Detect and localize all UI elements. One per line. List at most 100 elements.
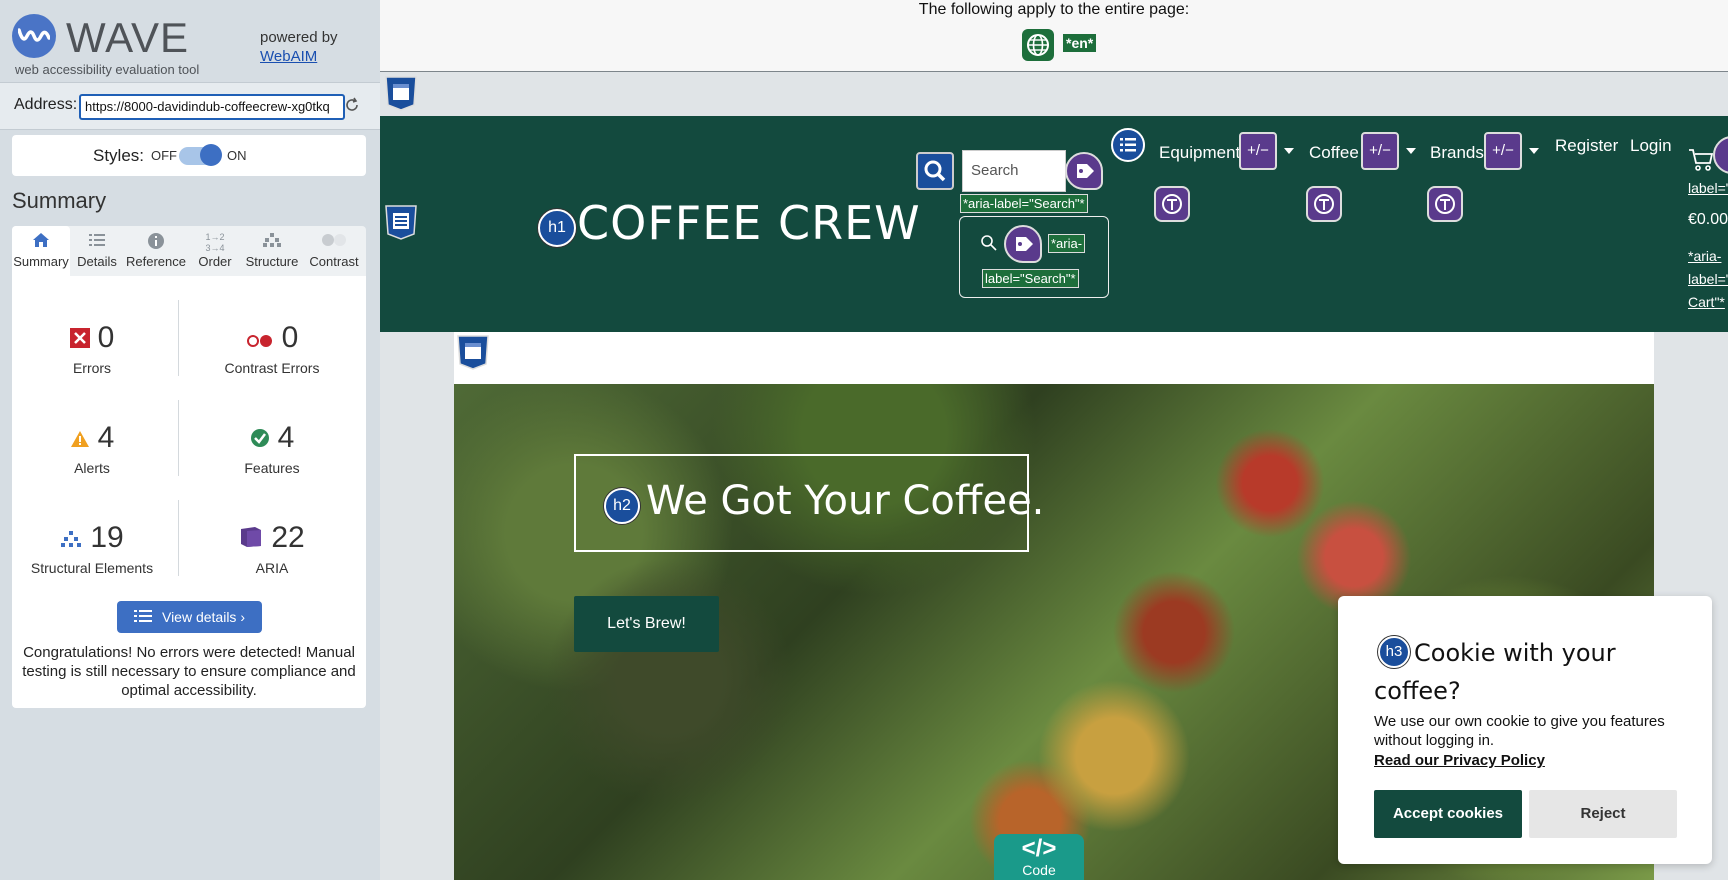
aria-label-search: *aria-label="Search"* xyxy=(960,194,1088,213)
aria-tag-icon[interactable] xyxy=(1065,152,1103,190)
expanded-toggle-icon[interactable]: +/− xyxy=(1361,132,1399,170)
register-link[interactable]: Register xyxy=(1555,136,1618,156)
summary-heading: Summary xyxy=(12,188,107,213)
chevron-down-icon[interactable] xyxy=(1529,148,1539,154)
address-input[interactable]: https://8000-davidindub-coffeecrew-xg0tk… xyxy=(79,94,345,120)
stat-features: 4 Features xyxy=(192,418,352,476)
tab-label: Reference xyxy=(126,254,186,269)
aria-label-search-b: label="Search"* xyxy=(982,269,1079,288)
code-toggle-button[interactable]: </> Code xyxy=(994,834,1084,880)
stat-structural: 19 Structural Elements xyxy=(12,518,172,576)
aria-menu-icon[interactable] xyxy=(1427,186,1463,222)
contrast-error-icon xyxy=(246,319,274,359)
nav-brands[interactable]: Brands xyxy=(1430,143,1484,163)
cart-total[interactable]: €0.00 xyxy=(1688,211,1728,229)
cart-icon[interactable] xyxy=(1688,148,1714,172)
contrast-errors-label: Contrast Errors xyxy=(224,360,320,376)
tab-reference[interactable]: Reference xyxy=(124,226,188,276)
cookie-title-text: Cookie with your coffee? xyxy=(1374,639,1616,705)
refresh-icon[interactable] xyxy=(344,97,360,113)
view-details-button[interactable]: View details › xyxy=(117,601,262,633)
cart-aria-label-top: label=" xyxy=(1688,180,1728,196)
nav-coffee[interactable]: Coffee xyxy=(1309,143,1359,163)
webaim-link[interactable]: WebAIM xyxy=(260,48,317,65)
styles-toggle-card: Styles: OFF ON xyxy=(12,135,366,176)
styles-off-label: OFF xyxy=(151,148,177,163)
cart-aria-label-1: *aria- xyxy=(1688,248,1722,264)
hero-heading-box: h2 We Got Your Coffee. xyxy=(574,454,1044,552)
applies-text: The following apply to the entire page: xyxy=(918,1,1190,18)
expanded-toggle-icon[interactable]: +/− xyxy=(1484,132,1522,170)
search-input[interactable]: Search xyxy=(962,150,1066,192)
tab-contrast[interactable]: Contrast xyxy=(302,226,366,276)
tab-label: Contrast xyxy=(309,254,359,269)
site-logo[interactable]: COFFEE CREW xyxy=(577,196,921,250)
h1-badge-icon[interactable]: h1 xyxy=(538,209,576,247)
alert-icon xyxy=(70,419,90,459)
home-icon xyxy=(12,232,70,254)
code-label: Code xyxy=(1022,862,1056,878)
alerts-count: 4 xyxy=(97,421,115,454)
login-link[interactable]: Login xyxy=(1630,136,1672,156)
list-icon[interactable] xyxy=(1111,128,1145,162)
structure-icon xyxy=(60,519,82,559)
order-icon: 1→2 3→4 xyxy=(205,232,225,253)
styles-toggle-knob[interactable] xyxy=(200,144,222,166)
accept-cookies-button[interactable]: Accept cookies xyxy=(1374,790,1522,838)
aria-tag-icon[interactable] xyxy=(1004,225,1042,263)
stat-aria: 22 ARIA xyxy=(192,518,352,576)
aria-label: ARIA xyxy=(255,560,289,576)
nav-equipment[interactable]: Equipment xyxy=(1159,143,1240,163)
list-icon xyxy=(133,602,152,634)
features-count: 4 xyxy=(277,421,295,454)
divider xyxy=(178,400,179,476)
expanded-toggle-icon[interactable]: +/− xyxy=(1239,132,1277,170)
cookie-banner: h3 Cookie with your coffee? We use our o… xyxy=(1338,596,1712,864)
tab-summary[interactable]: Summary xyxy=(12,226,70,276)
aria-menu-icon[interactable] xyxy=(1154,186,1190,222)
wave-title: WAVE xyxy=(66,14,190,61)
code-icon: </> xyxy=(1021,835,1057,862)
tab-details[interactable]: Details xyxy=(70,226,124,276)
chevron-down-icon[interactable] xyxy=(1406,148,1416,154)
styles-on-label: ON xyxy=(227,148,247,163)
aria-count: 22 xyxy=(271,521,305,554)
aria-cube-icon xyxy=(239,519,263,559)
tab-structure[interactable]: Structure xyxy=(242,226,302,276)
globe-icon[interactable] xyxy=(1022,29,1054,61)
aria-tag-icon[interactable] xyxy=(1713,136,1728,174)
wave-sidebar: WAVE web accessibility evaluation tool p… xyxy=(0,0,381,880)
reject-cookies-button[interactable]: Reject xyxy=(1529,790,1677,838)
summary-panel: 0 Errors 0 Contrast Errors 4 Alerts 4 Fe… xyxy=(12,276,366,708)
main-region-icon[interactable] xyxy=(456,334,490,370)
congrats-message: Congratulations! No errors were detected… xyxy=(22,644,356,699)
address-label: Address: xyxy=(14,96,78,113)
contrast-errors-count: 0 xyxy=(281,321,299,354)
privacy-policy-link[interactable]: Read our Privacy Policy xyxy=(1374,752,1545,769)
tab-label: Order xyxy=(198,254,232,269)
info-icon xyxy=(124,232,188,254)
tab-order[interactable]: 1→2 3→4 Order xyxy=(188,226,242,276)
hero-title: We Got Your Coffee. xyxy=(646,478,1045,524)
errors-label: Errors xyxy=(72,360,112,376)
navigation-region-icon[interactable] xyxy=(384,204,418,240)
structural-label: Structural Elements xyxy=(30,560,154,576)
wave-tabs: Summary Details Reference 1→2 3→4 Order S… xyxy=(12,226,366,276)
error-icon xyxy=(69,319,90,359)
h2-badge-icon[interactable]: h2 xyxy=(604,488,640,524)
wave-tagline: web accessibility evaluation tool xyxy=(15,62,200,77)
styles-label: Styles: xyxy=(93,146,145,165)
stat-alerts: 4 Alerts xyxy=(12,418,172,476)
errors-count: 0 xyxy=(97,321,115,354)
chevron-down-icon[interactable] xyxy=(1284,148,1294,154)
search-icon[interactable] xyxy=(916,152,954,190)
divider xyxy=(178,300,179,376)
wave-logo-icon xyxy=(12,14,56,58)
page-preview: The following apply to the entire page: … xyxy=(380,0,1728,880)
cookie-body: We use our own cookie to give you featur… xyxy=(1374,713,1665,749)
header-region-icon[interactable] xyxy=(384,75,418,111)
tab-label: Structure xyxy=(245,254,299,269)
aria-menu-icon[interactable] xyxy=(1306,186,1342,222)
lets-brew-button[interactable]: Let's Brew! xyxy=(574,596,719,652)
stat-errors: 0 Errors xyxy=(12,318,172,376)
